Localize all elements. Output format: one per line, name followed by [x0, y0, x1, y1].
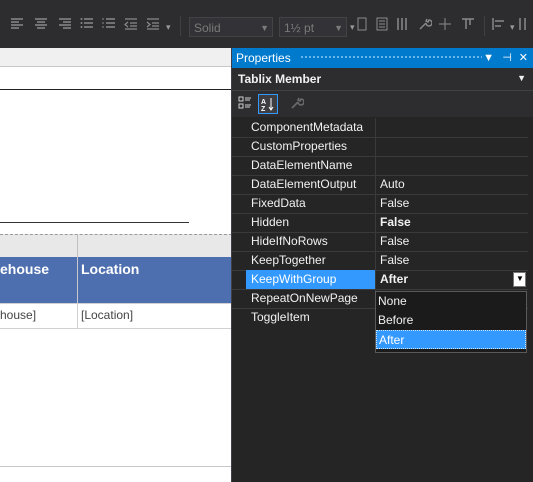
property-name: KeepWithGroup [246, 270, 376, 289]
toolbar-separator [484, 16, 485, 36]
column-divider [77, 257, 78, 303]
overflow-chevron-icon[interactable]: ▾ [166, 22, 171, 33]
dropdown-button[interactable]: ▼ [513, 272, 526, 287]
property-value[interactable] [377, 137, 380, 156]
align-center-icon[interactable] [34, 17, 48, 31]
align-top-icon[interactable] [461, 17, 475, 31]
overflow-chevron-icon[interactable]: ▾ [350, 22, 355, 33]
border-width-combo[interactable]: 1½ pt ▼ [279, 17, 347, 37]
chevron-down-icon: ▼ [516, 274, 524, 283]
border-color-icon[interactable] [355, 17, 369, 31]
align-left-icon[interactable] [10, 17, 24, 31]
overflow-chevron-icon[interactable]: ▾ [510, 22, 515, 33]
property-name: DataElementOutput [246, 175, 376, 194]
property-name: Hidden [246, 213, 376, 232]
distribute-icon[interactable] [518, 17, 532, 31]
property-value[interactable]: False [377, 232, 409, 251]
keepwithgroup-dropdown-list: None Before After [375, 291, 527, 353]
column-header-location[interactable]: Location [81, 261, 139, 277]
column-divider [77, 304, 78, 328]
property-row[interactable]: FixedData False [232, 194, 528, 214]
property-name: CustomProperties [246, 137, 376, 156]
cell-warehouse[interactable]: house] [0, 308, 36, 322]
property-row-selected[interactable]: KeepWithGroup After ▼ [232, 270, 528, 290]
chevron-down-icon: ▼ [334, 23, 343, 33]
property-row[interactable]: CustomProperties [232, 137, 528, 157]
textbox-underline [0, 222, 189, 223]
property-name: HideIfNoRows [246, 232, 376, 251]
border-width-value: 1½ pt [284, 21, 315, 35]
tablix-column-handles[interactable] [0, 234, 232, 258]
border-style-value: Solid [194, 21, 221, 35]
close-icon[interactable]: ✕ [519, 48, 528, 68]
property-pages-wrench-icon[interactable] [288, 94, 308, 114]
column-header-warehouse[interactable]: ehouse [0, 261, 49, 277]
numbered-list-icon[interactable] [102, 17, 116, 31]
property-name: ComponentMetadata [246, 118, 376, 137]
page-header-border [0, 89, 232, 90]
border-style-combo[interactable]: Solid ▼ [189, 17, 273, 37]
dropdown-option-before[interactable]: Before [376, 311, 526, 330]
property-value[interactable]: Auto [377, 175, 405, 194]
property-row[interactable]: Hidden False [232, 213, 528, 233]
properties-panel: Properties ▼ ⊣ ✕ Tablix Member ▼ AZ Comp… [231, 48, 533, 482]
wrench-icon[interactable] [418, 17, 432, 31]
title-grip [300, 55, 482, 60]
dropdown-option-after[interactable]: After [376, 330, 526, 349]
object-selector[interactable]: Tablix Member ▼ [232, 68, 533, 91]
page-footer-border [0, 466, 232, 467]
property-value[interactable] [377, 156, 380, 175]
property-value[interactable] [377, 118, 380, 137]
report-properties-icon[interactable] [375, 17, 389, 31]
window-position-icon[interactable]: ▼ [483, 48, 494, 68]
tablix-detail-row[interactable]: house] [Location] [0, 304, 232, 329]
align-left-edges-icon[interactable] [492, 17, 506, 31]
decrease-indent-icon[interactable] [124, 17, 138, 31]
panel-title: Properties [236, 51, 291, 65]
property-value[interactable]: After [377, 270, 408, 289]
selected-object-name: Tablix Member [238, 72, 322, 86]
auto-hide-pin-icon[interactable]: ⊣ [502, 48, 512, 68]
property-value[interactable]: False [377, 251, 409, 270]
property-row[interactable]: DataElementName [232, 156, 528, 176]
background-color-icon[interactable] [396, 17, 410, 31]
properties-title-bar[interactable]: Properties ▼ ⊣ ✕ [232, 48, 533, 68]
property-name: FixedData [246, 194, 376, 213]
property-name: DataElementName [246, 156, 376, 175]
align-right-icon[interactable] [58, 17, 72, 31]
property-name: KeepTogether [246, 251, 376, 270]
svg-text:A: A [261, 99, 266, 106]
dropdown-option-none[interactable]: None [376, 292, 526, 311]
column-divider [77, 235, 78, 257]
cell-location[interactable]: [Location] [81, 308, 133, 322]
alphabetical-sort-icon[interactable]: AZ [258, 94, 278, 114]
tablix-header-row[interactable]: ehouse Location [0, 257, 232, 304]
chevron-down-icon: ▼ [260, 23, 269, 33]
layout-icon[interactable] [438, 17, 452, 31]
properties-toolbar: AZ [232, 91, 533, 117]
property-name: RepeatOnNewPage [246, 289, 376, 308]
toolbar-separator [180, 16, 181, 36]
increase-indent-icon[interactable] [146, 17, 160, 31]
property-value[interactable]: False [377, 213, 411, 232]
ruler [0, 48, 232, 67]
property-row[interactable]: HideIfNoRows False [232, 232, 528, 252]
chevron-down-icon: ▼ [517, 73, 526, 83]
property-name: ToggleItem [251, 310, 310, 324]
property-row[interactable]: DataElementOutput Auto [232, 175, 528, 195]
categorized-icon[interactable] [236, 94, 256, 114]
svg-text:Z: Z [261, 106, 266, 111]
property-value[interactable]: False [377, 194, 409, 213]
bullet-list-icon[interactable] [80, 17, 94, 31]
property-row[interactable]: ComponentMetadata [232, 118, 528, 138]
property-row[interactable]: KeepTogether False [232, 251, 528, 271]
formatting-toolbar: ▾ Solid ▼ 1½ pt ▼ ▾ ▾ [0, 0, 533, 48]
